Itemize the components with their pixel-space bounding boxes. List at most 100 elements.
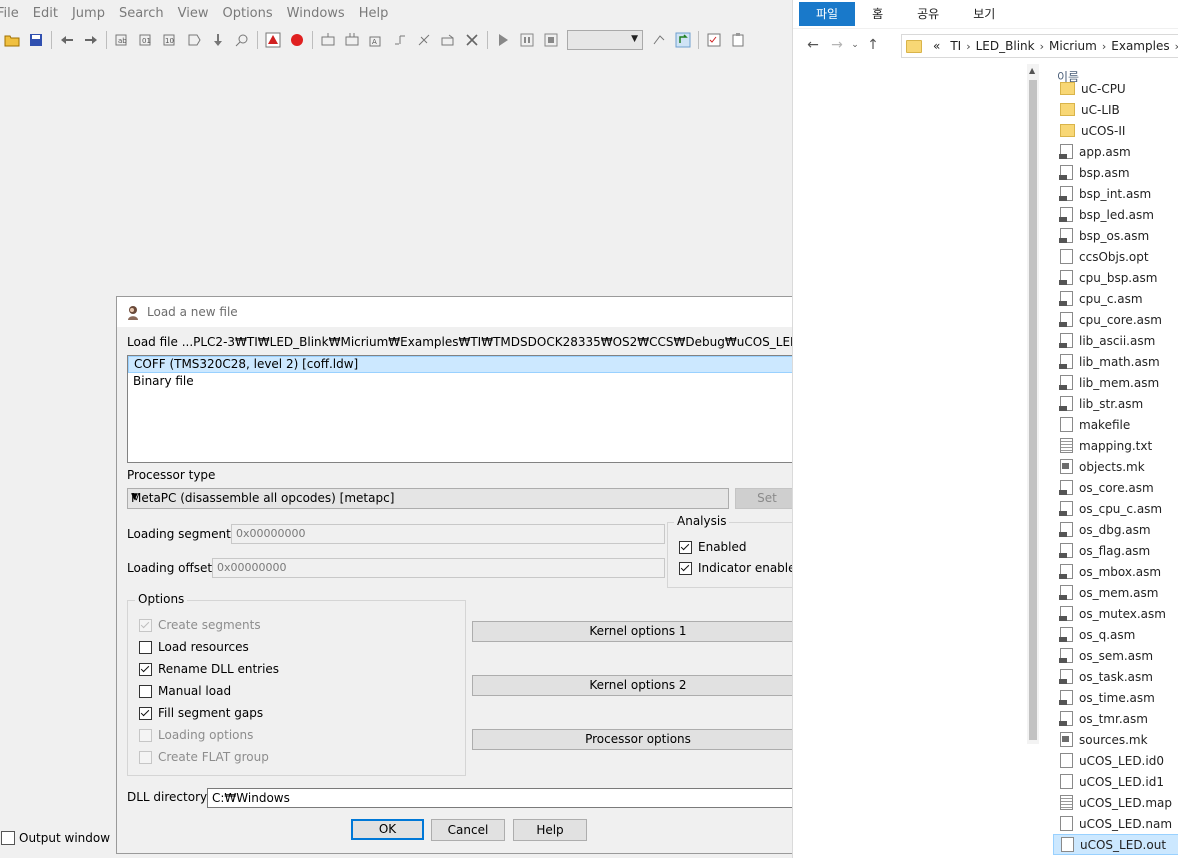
dialog-title-bar[interactable]: Load a new file <box>117 297 793 327</box>
menu-edit[interactable]: Edit <box>26 0 65 28</box>
help-button[interactable]: Help <box>513 819 587 841</box>
file-list-item[interactable]: app.asm <box>1053 141 1178 162</box>
file-list-item[interactable]: uC-LIB <box>1053 99 1178 120</box>
data-icon[interactable] <box>342 30 362 50</box>
save-icon[interactable] <box>26 30 46 50</box>
menu-windows[interactable]: Windows <box>280 0 352 28</box>
breadcrumb-overflow[interactable]: « <box>933 39 940 53</box>
search-immediate-icon[interactable]: 10 <box>160 30 180 50</box>
menu-file[interactable]: File <box>0 0 26 28</box>
rename-dll-entries-checkbox[interactable]: Rename DLL entries <box>139 662 279 676</box>
file-list-item[interactable]: uCOS_LED.out <box>1053 834 1178 855</box>
checklist-icon[interactable] <box>704 30 724 50</box>
file-list-item[interactable]: ccsObjs.opt <box>1053 246 1178 267</box>
file-list-item[interactable]: uCOS-II <box>1053 120 1178 141</box>
file-list-item[interactable]: os_core.asm <box>1053 477 1178 498</box>
file-list-item[interactable]: uCOS_LED.id1 <box>1053 771 1178 792</box>
down-arrow-icon[interactable] <box>208 30 228 50</box>
debugger-select[interactable]: ▼ <box>567 30 643 50</box>
back-arrow-icon[interactable]: ← <box>801 37 825 53</box>
ribbon-tab-file[interactable]: 파일 <box>799 2 856 26</box>
file-list-item[interactable]: uCOS_LED.id0 <box>1053 750 1178 771</box>
manual-load-checkbox[interactable]: Manual load <box>139 684 231 698</box>
file-list-item[interactable]: sources.mk <box>1053 729 1178 750</box>
file-list-item[interactable]: bsp_os.asm <box>1053 225 1178 246</box>
array-icon[interactable] <box>390 30 410 50</box>
file-list-item[interactable]: os_mutex.asm <box>1053 603 1178 624</box>
checkbox-box[interactable] <box>139 662 152 676</box>
checkbox-box[interactable] <box>139 684 152 698</box>
indicator-enabled-checkbox[interactable]: Indicator enabled <box>679 561 803 575</box>
menu-view[interactable]: View <box>171 0 216 28</box>
find-icon[interactable] <box>232 30 252 50</box>
file-list-item[interactable]: bsp_led.asm <box>1053 204 1178 225</box>
checkbox-box[interactable] <box>679 540 692 554</box>
cancel-button[interactable]: Cancel <box>431 819 505 841</box>
delete-x-icon[interactable] <box>462 30 482 50</box>
file-list-item[interactable]: os_mbox.asm <box>1053 561 1178 582</box>
forward-arrow-icon[interactable] <box>81 30 101 50</box>
file-list-item[interactable]: cpu_bsp.asm <box>1053 267 1178 288</box>
checkbox-box[interactable] <box>679 561 692 575</box>
string-icon[interactable]: A <box>366 30 386 50</box>
checkbox-box[interactable] <box>139 706 152 720</box>
back-arrow-icon[interactable] <box>57 30 77 50</box>
file-list-item[interactable]: cpu_core.asm <box>1053 309 1178 330</box>
scrollbar-thumb[interactable] <box>1029 80 1037 740</box>
dll-directory-input[interactable]: C:₩Windows <box>207 788 809 808</box>
file-list-item[interactable]: bsp_int.asm <box>1053 183 1178 204</box>
file-list-item[interactable]: bsp.asm <box>1053 162 1178 183</box>
pause-icon[interactable] <box>517 30 537 50</box>
ribbon-tab-view[interactable]: 보기 <box>956 2 1012 26</box>
file-list-item[interactable]: objects.mk <box>1053 456 1178 477</box>
fill-segment-gaps-checkbox[interactable]: Fill segment gaps <box>139 706 263 720</box>
loading-segment-input[interactable]: 0x00000000 <box>231 524 665 544</box>
file-list-item[interactable]: os_tmr.asm <box>1053 708 1178 729</box>
file-list-item[interactable]: lib_ascii.asm <box>1053 330 1178 351</box>
breadcrumb-ti[interactable]: TI <box>950 39 961 53</box>
clipboard-icon[interactable] <box>728 30 748 50</box>
file-list-item[interactable]: os_mem.asm <box>1053 582 1178 603</box>
warning-icon[interactable] <box>263 30 283 50</box>
processor-options-button[interactable]: Processor options <box>472 729 804 750</box>
file-list-item[interactable]: uCOS_LED.map <box>1053 792 1178 813</box>
breakpoint-icon[interactable] <box>287 30 307 50</box>
file-list-item[interactable]: os_q.asm <box>1053 624 1178 645</box>
menu-options[interactable]: Options <box>215 0 279 28</box>
format-item-coff[interactable]: COFF (TMS320C28, level 2) [coff.ldw] <box>128 356 798 373</box>
file-list-item[interactable]: os_time.asm <box>1053 687 1178 708</box>
file-list-item[interactable]: lib_str.asm <box>1053 393 1178 414</box>
file-list-item[interactable]: uCOS_LED.nam <box>1053 813 1178 834</box>
file-list-item[interactable]: uC-CPU <box>1053 78 1178 99</box>
analysis-enabled-checkbox[interactable]: Enabled <box>679 540 747 554</box>
open-folder-icon[interactable] <box>2 30 22 50</box>
kernel-options-1-button[interactable]: Kernel options 1 <box>472 621 804 642</box>
ribbon-tab-home[interactable]: 홈 <box>855 2 900 26</box>
attach-icon[interactable] <box>649 30 669 50</box>
breadcrumb-micrium[interactable]: Micrium <box>1049 39 1097 53</box>
search-binary-icon[interactable]: 01 <box>136 30 156 50</box>
up-arrow-icon[interactable]: ↑ <box>861 37 885 53</box>
kernel-options-2-button[interactable]: Kernel options 2 <box>472 675 804 696</box>
set-button[interactable]: Set <box>735 488 799 509</box>
breadcrumb-examples[interactable]: Examples <box>1111 39 1169 53</box>
file-list-item[interactable]: lib_mem.asm <box>1053 372 1178 393</box>
ok-button[interactable]: OK <box>351 819 424 840</box>
play-icon[interactable] <box>493 30 513 50</box>
scroll-up-icon[interactable]: ▲ <box>1029 66 1035 75</box>
ribbon-tab-share[interactable]: 공유 <box>900 2 956 26</box>
forward-arrow-icon[interactable]: → <box>825 37 849 53</box>
undefine-icon[interactable] <box>414 30 434 50</box>
navigation-pane-scrollbar[interactable]: ▲ <box>1027 64 1039 744</box>
loading-offset-input[interactable]: 0x00000000 <box>212 558 665 578</box>
file-list-item[interactable]: os_task.asm <box>1053 666 1178 687</box>
breadcrumb-led-blink[interactable]: LED_Blink <box>976 39 1035 53</box>
file-list-item[interactable]: lib_math.asm <box>1053 351 1178 372</box>
search-text-icon[interactable]: ab <box>112 30 132 50</box>
refresh-icon[interactable] <box>673 30 693 50</box>
rename-icon[interactable] <box>438 30 458 50</box>
menu-help[interactable]: Help <box>352 0 396 28</box>
code-icon[interactable] <box>318 30 338 50</box>
recent-chevron-down-icon[interactable]: ⌄ <box>849 40 861 50</box>
file-format-list[interactable]: COFF (TMS320C28, level 2) [coff.ldw] Bin… <box>127 355 799 463</box>
